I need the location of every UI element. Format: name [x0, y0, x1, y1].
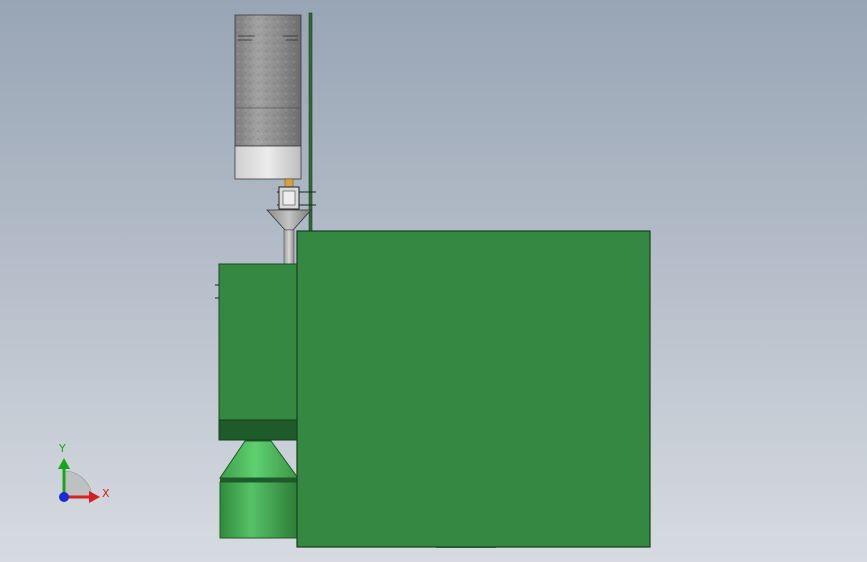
- y-axis-arrowhead: [58, 458, 70, 469]
- discharge-cone[interactable]: [219, 440, 299, 479]
- support-rod[interactable]: [308, 12, 313, 232]
- y-axis-label: Y: [59, 442, 66, 455]
- discharge-cylinder[interactable]: [219, 478, 299, 539]
- triad-arc: [64, 470, 93, 499]
- z-axis-dot: [59, 492, 69, 502]
- filter-cartridge[interactable]: [234, 14, 302, 180]
- feed-hopper[interactable]: [266, 209, 312, 231]
- left-housing[interactable]: [215, 263, 299, 441]
- feed-pipe[interactable]: [283, 229, 295, 266]
- x-axis-label: X: [102, 487, 110, 500]
- x-axis-arrowhead: [89, 491, 100, 503]
- assembly-model[interactable]: [0, 0, 867, 562]
- cad-viewport[interactable]: Y X: [0, 0, 867, 562]
- main-cabinet[interactable]: [296, 230, 651, 548]
- view-triad[interactable]: [58, 458, 100, 503]
